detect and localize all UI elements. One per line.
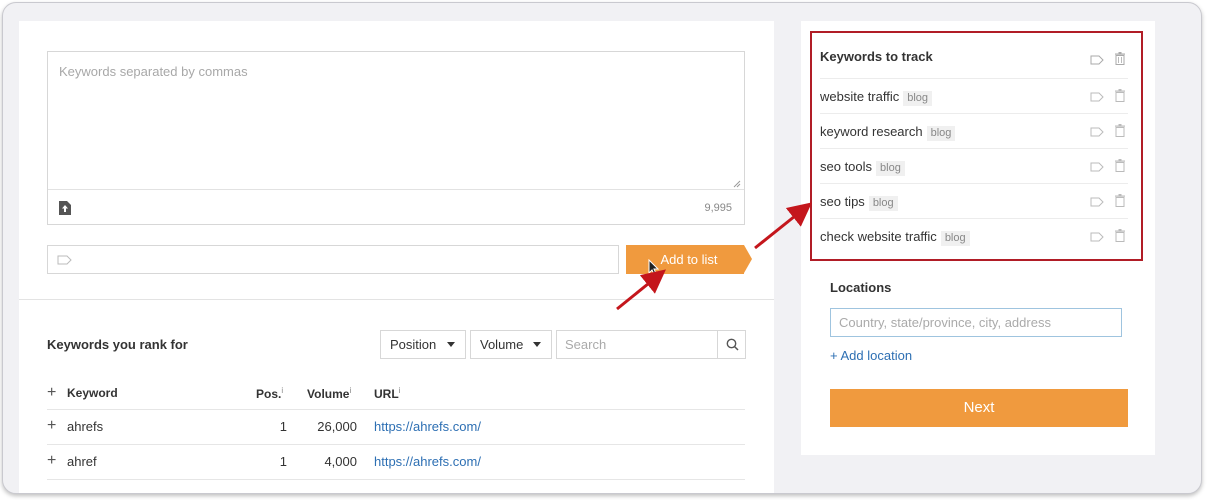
row-pos: 1: [279, 419, 287, 434]
tracked-keyword: seo tools: [820, 159, 873, 174]
keyword-tag-badge[interactable]: blog: [868, 196, 898, 211]
col-volume[interactable]: Volumei: [307, 386, 351, 401]
position-dropdown[interactable]: Position: [380, 330, 466, 359]
row-volume: 4,000: [324, 454, 357, 469]
volume-dropdown-label: Volume: [480, 337, 524, 352]
add-button-tip: [744, 245, 752, 273]
app-window: 9,995 Add to list Keywords you rank for …: [2, 2, 1202, 494]
keyword-tag-badge[interactable]: blog: [940, 231, 970, 246]
keywords-textarea[interactable]: [48, 52, 744, 190]
row-keyword: ahref: [67, 454, 97, 469]
expand-row-plus-icon[interactable]: +: [47, 418, 56, 434]
keywords-textarea-box: 9,995: [47, 51, 745, 225]
next-button[interactable]: Next: [830, 389, 1128, 427]
row-pos: 1: [279, 454, 287, 469]
tracked-keyword-row: seo tips blog: [820, 183, 1128, 218]
resize-grip-icon[interactable]: [733, 180, 741, 188]
left-panel: 9,995 Add to list Keywords you rank for …: [19, 21, 774, 493]
location-input[interactable]: [830, 308, 1122, 337]
trash-all-icon[interactable]: [1115, 52, 1125, 65]
add-location-label: Add location: [840, 348, 913, 363]
tag-icon[interactable]: [1090, 197, 1104, 207]
row-divider: [47, 479, 745, 480]
trash-icon[interactable]: [1115, 89, 1125, 102]
tag-input[interactable]: [47, 245, 619, 274]
tag-icon[interactable]: [1090, 127, 1104, 137]
upload-file-icon[interactable]: [59, 201, 71, 215]
col-url[interactable]: URLi: [374, 386, 400, 401]
tracked-keyword: keyword research: [820, 124, 923, 139]
row-volume: 26,000: [317, 419, 357, 434]
tag-all-icon[interactable]: [1090, 55, 1104, 65]
add-location-link[interactable]: + Add location: [830, 348, 912, 363]
tracked-keyword-row: keyword research blog: [820, 113, 1128, 148]
keyword-tag-badge[interactable]: blog: [926, 126, 956, 141]
col-keyword[interactable]: Keyword: [67, 386, 118, 400]
search-button[interactable]: [717, 331, 745, 358]
trash-icon[interactable]: [1115, 229, 1125, 242]
tracked-keyword: website traffic: [820, 89, 900, 104]
add-to-list-button[interactable]: Add to list: [626, 245, 744, 274]
row-divider: [47, 444, 745, 445]
tracked-keyword: seo tips: [820, 194, 865, 209]
keyword-tag-badge[interactable]: blog: [903, 91, 933, 106]
section-divider: [19, 299, 774, 300]
trash-icon[interactable]: [1115, 124, 1125, 137]
tag-icon[interactable]: [1090, 162, 1104, 172]
trash-icon[interactable]: [1115, 159, 1125, 172]
expand-all-plus-icon[interactable]: +: [47, 385, 56, 401]
keyword-tag-badge[interactable]: blog: [876, 161, 905, 176]
caret-down-icon: [533, 342, 541, 347]
row-url-link[interactable]: https://ahrefs.com/: [374, 454, 481, 469]
expand-row-plus-icon[interactable]: +: [47, 453, 56, 469]
search-icon: [726, 338, 739, 351]
char-count: 9,995: [704, 202, 732, 214]
tag-icon[interactable]: [1090, 92, 1104, 102]
row-keyword: ahrefs: [67, 419, 104, 434]
caret-down-icon: [447, 342, 455, 347]
position-dropdown-label: Position: [390, 337, 437, 352]
rank-section-title: Keywords you rank for: [47, 337, 188, 352]
tracked-keyword-row: seo tools blog: [820, 148, 1128, 183]
tag-icon: [57, 255, 72, 265]
trash-icon[interactable]: [1115, 194, 1125, 207]
tracked-keyword-row: website traffic blog: [820, 78, 1128, 113]
plus-icon: +: [830, 348, 838, 363]
tag-icon[interactable]: [1090, 232, 1104, 242]
search-input[interactable]: [557, 331, 717, 358]
tracked-keyword: check website traffic: [820, 229, 937, 244]
locations-title: Locations: [830, 280, 892, 295]
tracked-keyword-row: check website traffic blog: [820, 218, 1128, 253]
row-url-link[interactable]: https://ahrefs.com/: [374, 419, 481, 434]
keywords-to-track-title: Keywords to track: [820, 49, 933, 64]
header-divider: [47, 409, 745, 410]
right-panel: Keywords to track website traffic blog ke…: [801, 21, 1155, 455]
volume-dropdown[interactable]: Volume: [470, 330, 552, 359]
cursor-icon: [648, 259, 660, 277]
col-pos[interactable]: Pos.i: [256, 386, 283, 401]
search-box: [556, 330, 746, 359]
